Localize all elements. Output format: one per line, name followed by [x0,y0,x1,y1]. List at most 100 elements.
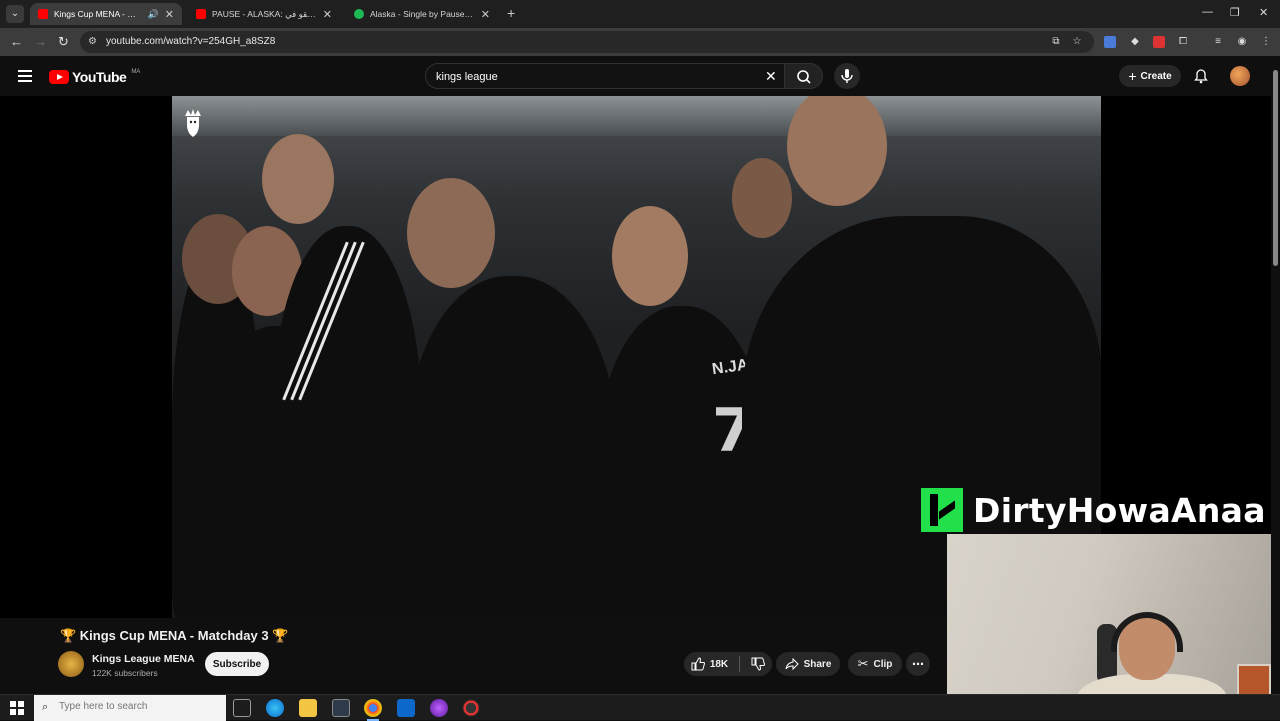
search-button[interactable] [785,63,823,89]
page-scrollbar[interactable] [1271,62,1280,694]
bookmark-star-icon[interactable]: ☆ [1071,36,1083,48]
video-metadata: 🏆 Kings Cup MENA - Matchday 3 🏆 Kings Le… [0,618,947,694]
reload-icon[interactable]: ↻ [58,34,69,50]
task-view-icon[interactable] [233,699,251,717]
stadium-ceiling [172,96,1101,136]
edge-browser-icon[interactable] [266,699,284,717]
like-dislike-bar: 18K [684,652,772,676]
translate-extension-icon[interactable] [1104,36,1116,48]
player-head [732,158,792,238]
restore-icon[interactable]: ❐ [1230,6,1240,19]
video-title: 🏆 Kings Cup MENA - Matchday 3 🏆 [60,628,289,643]
close-window-icon[interactable]: ✕ [1259,6,1268,19]
tab-spotify-alaska[interactable]: Alaska - Single by Pause | Spoti ✕ [346,3,498,25]
create-label: Create [1140,70,1172,82]
tab-search-icon[interactable]: ⌄ [6,5,24,23]
kings-league-logo-icon [185,109,201,137]
microsoft-store-icon[interactable] [332,699,350,717]
youtube-wordmark: YouTube [72,69,127,85]
browser-tab-strip: ⌄ Kings Cup MENA - Matc 🔊 ✕ PAUSE - ALAS… [0,0,1280,28]
chrome-taskbar-icon[interactable] [364,699,382,721]
thumbs-up-icon [691,657,705,671]
player-letterbox-left [0,96,172,618]
player-head [612,206,688,306]
speaker-icon[interactable]: 🔊 [148,9,159,20]
streamer-name: DirtyHowaAnaa [973,490,1266,530]
browser-toolbar: ← → ↻ ⚙ youtube.com/watch?v=254GH_a8SZ8 … [0,28,1280,56]
channel-name[interactable]: Kings League MENA [92,653,195,665]
like-divider [739,656,741,672]
media-controls-icon[interactable]: ≡ [1212,36,1224,48]
tab-kings-cup[interactable]: Kings Cup MENA - Matc 🔊 ✕ [30,3,182,25]
tab-title: Alaska - Single by Pause | Spoti [370,9,475,19]
extensions-puzzle-icon[interactable]: ⧠ [1177,36,1189,48]
windows-taskbar: ⌕ [0,694,1280,721]
player-letterbox-right [1101,96,1271,534]
file-explorer-icon[interactable] [299,699,317,717]
share-label: Share [803,658,832,670]
windows-start-icon[interactable] [10,701,24,715]
tab-pause-alaska[interactable]: PAUSE - ALASKA: يوز من حقو في ✕ [188,3,340,25]
more-actions-button[interactable]: ⋯ [906,652,930,676]
search-input[interactable] [436,68,756,86]
install-app-icon[interactable]: ⧉ [1050,36,1062,48]
menu-hamburger-icon[interactable] [18,70,32,82]
clear-search-icon[interactable]: ✕ [765,68,777,85]
plus-icon: + [1128,68,1137,84]
more-horizontal-icon: ⋯ [912,657,924,671]
back-icon[interactable]: ← [10,34,23,49]
scissors-icon: ✂ [857,656,869,671]
minimize-icon[interactable]: — [1202,6,1213,18]
messenger-icon[interactable] [430,699,448,717]
chrome-menu-icon[interactable]: ⋮ [1260,36,1272,48]
search-icon [797,70,811,84]
outlook-icon[interactable] [397,699,415,717]
create-button[interactable]: + Create [1119,65,1181,87]
kick-logo-icon [921,488,963,532]
youtube-logo[interactable]: YouTube MA [49,69,140,85]
headphones-icon [1111,612,1183,652]
close-tab-icon[interactable]: ✕ [323,8,332,21]
hooded-man-head [787,96,887,206]
spotify-favicon-icon [354,9,364,19]
clip-label: Clip [873,658,893,670]
channel-avatar[interactable] [58,651,84,677]
youtube-favicon-icon [196,9,206,19]
voice-search-button[interactable] [834,63,860,89]
close-tab-icon[interactable]: ✕ [481,8,490,21]
new-tab-icon[interactable]: + [507,5,515,21]
country-code: MA [131,69,141,75]
extension-red-icon[interactable] [1153,36,1165,48]
thumbs-down-icon[interactable] [751,657,766,671]
forward-icon[interactable]: → [34,34,47,49]
url-text[interactable]: youtube.com/watch?v=254GH_a8SZ8 [106,36,275,47]
subscribe-button[interactable]: Subscribe [205,652,269,676]
profile-icon[interactable]: ◉ [1236,36,1248,48]
youtube-play-icon [49,70,69,84]
notifications-bell-icon[interactable] [1193,68,1209,89]
scrollbar-thumb[interactable] [1273,70,1278,266]
close-tab-icon[interactable]: ✕ [165,8,174,21]
share-button[interactable]: Share [776,652,840,676]
search-box [425,63,785,89]
player-silhouette [407,276,617,618]
tab-title: PAUSE - ALASKA: يوز من حقو في [212,8,317,19]
subscriber-count: 122K subscribers [92,668,158,678]
obs-studio-icon[interactable] [462,699,480,717]
search-icon: ⌕ [42,701,49,713]
like-count: 18K [709,658,729,670]
account-avatar[interactable] [1230,66,1250,86]
microphone-icon [841,69,853,83]
taskbar-search-input[interactable] [59,701,219,712]
like-button[interactable]: 18K [691,657,728,671]
address-bar[interactable]: ⚙ youtube.com/watch?v=254GH_a8SZ8 [80,31,1094,53]
player-head [262,134,334,224]
youtube-favicon-icon [38,9,48,19]
youtube-header: YouTube MA ✕ + Create [0,56,1280,96]
clip-button[interactable]: ✂ Clip [848,652,902,676]
site-info-icon[interactable]: ⚙ [88,36,97,47]
share-icon [785,658,799,670]
webcam-feed: 12 [947,534,1280,720]
taskbar-search[interactable]: ⌕ [34,695,226,721]
extension-diamond-icon[interactable]: ◆ [1129,36,1141,48]
